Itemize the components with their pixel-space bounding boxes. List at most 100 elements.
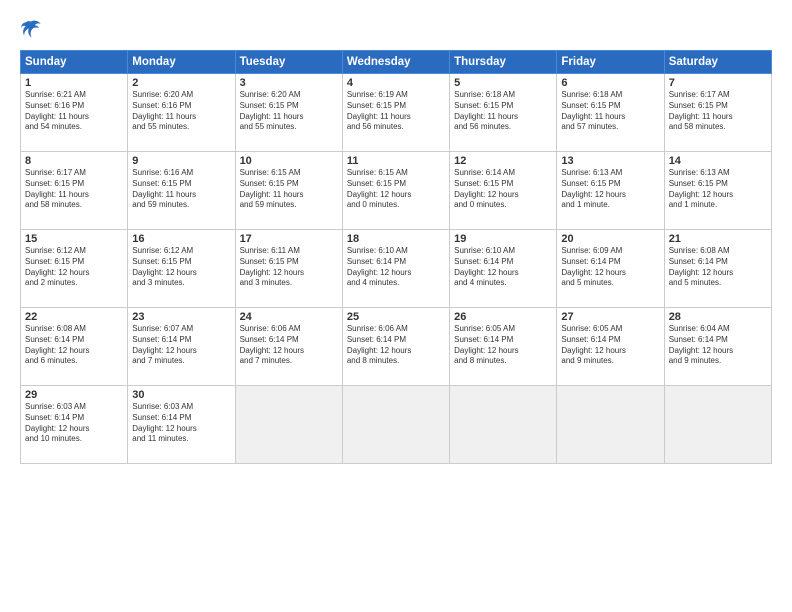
day-number: 3 bbox=[240, 77, 338, 89]
day-cell: 23Sunrise: 6:07 AM Sunset: 6:14 PM Dayli… bbox=[128, 308, 235, 386]
week-row-5: 29 Sunrise: 6:03 AM Sunset: 6:14 PM Dayli… bbox=[21, 386, 772, 464]
day-info: Sunrise: 6:04 AM Sunset: 6:14 PM Dayligh… bbox=[669, 324, 767, 367]
weekday-header-friday: Friday bbox=[557, 51, 664, 74]
day-cell bbox=[557, 386, 664, 464]
day-cell bbox=[342, 386, 449, 464]
day-number: 10 bbox=[240, 155, 338, 167]
day-cell: 12Sunrise: 6:14 AM Sunset: 6:15 PM Dayli… bbox=[450, 152, 557, 230]
day-number: 1 bbox=[25, 77, 123, 89]
day-cell: 24Sunrise: 6:06 AM Sunset: 6:14 PM Dayli… bbox=[235, 308, 342, 386]
day-info: Sunrise: 6:06 AM Sunset: 6:14 PM Dayligh… bbox=[240, 324, 338, 367]
day-info: Sunrise: 6:03 AM Sunset: 6:14 PM Dayligh… bbox=[132, 402, 230, 445]
day-cell: 28Sunrise: 6:04 AM Sunset: 6:14 PM Dayli… bbox=[664, 308, 771, 386]
day-number: 9 bbox=[132, 155, 230, 167]
day-cell: 7Sunrise: 6:17 AM Sunset: 6:15 PM Daylig… bbox=[664, 74, 771, 152]
day-info: Sunrise: 6:08 AM Sunset: 6:14 PM Dayligh… bbox=[669, 246, 767, 289]
day-info: Sunrise: 6:06 AM Sunset: 6:14 PM Dayligh… bbox=[347, 324, 445, 367]
day-number: 27 bbox=[561, 311, 659, 323]
day-number: 25 bbox=[347, 311, 445, 323]
day-cell: 26Sunrise: 6:05 AM Sunset: 6:14 PM Dayli… bbox=[450, 308, 557, 386]
day-cell: 2Sunrise: 6:20 AM Sunset: 6:16 PM Daylig… bbox=[128, 74, 235, 152]
day-number: 7 bbox=[669, 77, 767, 89]
day-number: 17 bbox=[240, 233, 338, 245]
day-number: 26 bbox=[454, 311, 552, 323]
day-number: 15 bbox=[25, 233, 123, 245]
day-cell: 8Sunrise: 6:17 AM Sunset: 6:15 PM Daylig… bbox=[21, 152, 128, 230]
day-number: 23 bbox=[132, 311, 230, 323]
page: SundayMondayTuesdayWednesdayThursdayFrid… bbox=[0, 0, 792, 612]
day-cell: 29Sunrise: 6:03 AM Sunset: 6:14 PM Dayli… bbox=[21, 386, 128, 464]
day-info: Sunrise: 6:16 AM Sunset: 6:15 PM Dayligh… bbox=[132, 168, 230, 211]
day-info: Sunrise: 6:13 AM Sunset: 6:15 PM Dayligh… bbox=[561, 168, 659, 211]
calendar-table: SundayMondayTuesdayWednesdayThursdayFrid… bbox=[20, 50, 772, 464]
day-info: Sunrise: 6:11 AM Sunset: 6:15 PM Dayligh… bbox=[240, 246, 338, 289]
day-cell: 27Sunrise: 6:05 AM Sunset: 6:14 PM Dayli… bbox=[557, 308, 664, 386]
day-cell: 22Sunrise: 6:08 AM Sunset: 6:14 PM Dayli… bbox=[21, 308, 128, 386]
day-cell bbox=[450, 386, 557, 464]
week-row-4: 22Sunrise: 6:08 AM Sunset: 6:14 PM Dayli… bbox=[21, 308, 772, 386]
weekday-header-monday: Monday bbox=[128, 51, 235, 74]
week-row-2: 8Sunrise: 6:17 AM Sunset: 6:15 PM Daylig… bbox=[21, 152, 772, 230]
day-cell: 21Sunrise: 6:08 AM Sunset: 6:14 PM Dayli… bbox=[664, 230, 771, 308]
day-cell: 13Sunrise: 6:13 AM Sunset: 6:15 PM Dayli… bbox=[557, 152, 664, 230]
day-number: 16 bbox=[132, 233, 230, 245]
day-number: 12 bbox=[454, 155, 552, 167]
day-info: Sunrise: 6:18 AM Sunset: 6:15 PM Dayligh… bbox=[454, 90, 552, 133]
day-cell: 15Sunrise: 6:12 AM Sunset: 6:15 PM Dayli… bbox=[21, 230, 128, 308]
day-number: 5 bbox=[454, 77, 552, 89]
day-number: 18 bbox=[347, 233, 445, 245]
day-info: Sunrise: 6:18 AM Sunset: 6:15 PM Dayligh… bbox=[561, 90, 659, 133]
day-number: 4 bbox=[347, 77, 445, 89]
day-info: Sunrise: 6:14 AM Sunset: 6:15 PM Dayligh… bbox=[454, 168, 552, 211]
day-info: Sunrise: 6:19 AM Sunset: 6:15 PM Dayligh… bbox=[347, 90, 445, 133]
weekday-header-sunday: Sunday bbox=[21, 51, 128, 74]
weekday-header-row: SundayMondayTuesdayWednesdayThursdayFrid… bbox=[21, 51, 772, 74]
day-info: Sunrise: 6:15 AM Sunset: 6:15 PM Dayligh… bbox=[347, 168, 445, 211]
day-cell: 16Sunrise: 6:12 AM Sunset: 6:15 PM Dayli… bbox=[128, 230, 235, 308]
day-cell: 19Sunrise: 6:10 AM Sunset: 6:14 PM Dayli… bbox=[450, 230, 557, 308]
day-cell: 18Sunrise: 6:10 AM Sunset: 6:14 PM Dayli… bbox=[342, 230, 449, 308]
weekday-header-wednesday: Wednesday bbox=[342, 51, 449, 74]
header bbox=[20, 18, 772, 40]
week-row-1: 1Sunrise: 6:21 AM Sunset: 6:16 PM Daylig… bbox=[21, 74, 772, 152]
weekday-header-tuesday: Tuesday bbox=[235, 51, 342, 74]
weekday-header-thursday: Thursday bbox=[450, 51, 557, 74]
day-info: Sunrise: 6:20 AM Sunset: 6:15 PM Dayligh… bbox=[240, 90, 338, 133]
day-cell: 1Sunrise: 6:21 AM Sunset: 6:16 PM Daylig… bbox=[21, 74, 128, 152]
day-cell: 3Sunrise: 6:20 AM Sunset: 6:15 PM Daylig… bbox=[235, 74, 342, 152]
day-cell: 14Sunrise: 6:13 AM Sunset: 6:15 PM Dayli… bbox=[664, 152, 771, 230]
weekday-header-saturday: Saturday bbox=[664, 51, 771, 74]
day-cell: 11Sunrise: 6:15 AM Sunset: 6:15 PM Dayli… bbox=[342, 152, 449, 230]
day-number: 28 bbox=[669, 311, 767, 323]
day-cell bbox=[235, 386, 342, 464]
day-info: Sunrise: 6:08 AM Sunset: 6:14 PM Dayligh… bbox=[25, 324, 123, 367]
day-cell: 10Sunrise: 6:15 AM Sunset: 6:15 PM Dayli… bbox=[235, 152, 342, 230]
day-info: Sunrise: 6:17 AM Sunset: 6:15 PM Dayligh… bbox=[669, 90, 767, 133]
day-number: 22 bbox=[25, 311, 123, 323]
day-info: Sunrise: 6:15 AM Sunset: 6:15 PM Dayligh… bbox=[240, 168, 338, 211]
day-number: 21 bbox=[669, 233, 767, 245]
day-cell: 4Sunrise: 6:19 AM Sunset: 6:15 PM Daylig… bbox=[342, 74, 449, 152]
day-number: 14 bbox=[669, 155, 767, 167]
day-number: 2 bbox=[132, 77, 230, 89]
day-number: 20 bbox=[561, 233, 659, 245]
day-number: 30 bbox=[132, 389, 230, 401]
day-number: 6 bbox=[561, 77, 659, 89]
day-cell: 30Sunrise: 6:03 AM Sunset: 6:14 PM Dayli… bbox=[128, 386, 235, 464]
day-cell: 17Sunrise: 6:11 AM Sunset: 6:15 PM Dayli… bbox=[235, 230, 342, 308]
day-info: Sunrise: 6:09 AM Sunset: 6:14 PM Dayligh… bbox=[561, 246, 659, 289]
day-info: Sunrise: 6:17 AM Sunset: 6:15 PM Dayligh… bbox=[25, 168, 123, 211]
day-cell: 6Sunrise: 6:18 AM Sunset: 6:15 PM Daylig… bbox=[557, 74, 664, 152]
day-cell: 25Sunrise: 6:06 AM Sunset: 6:14 PM Dayli… bbox=[342, 308, 449, 386]
day-number: 8 bbox=[25, 155, 123, 167]
day-info: Sunrise: 6:05 AM Sunset: 6:14 PM Dayligh… bbox=[561, 324, 659, 367]
day-number: 19 bbox=[454, 233, 552, 245]
day-cell: 9Sunrise: 6:16 AM Sunset: 6:15 PM Daylig… bbox=[128, 152, 235, 230]
day-number: 13 bbox=[561, 155, 659, 167]
day-info: Sunrise: 6:10 AM Sunset: 6:14 PM Dayligh… bbox=[454, 246, 552, 289]
day-info: Sunrise: 6:05 AM Sunset: 6:14 PM Dayligh… bbox=[454, 324, 552, 367]
day-number: 29 bbox=[25, 389, 123, 401]
day-info: Sunrise: 6:07 AM Sunset: 6:14 PM Dayligh… bbox=[132, 324, 230, 367]
day-info: Sunrise: 6:13 AM Sunset: 6:15 PM Dayligh… bbox=[669, 168, 767, 211]
day-cell bbox=[664, 386, 771, 464]
